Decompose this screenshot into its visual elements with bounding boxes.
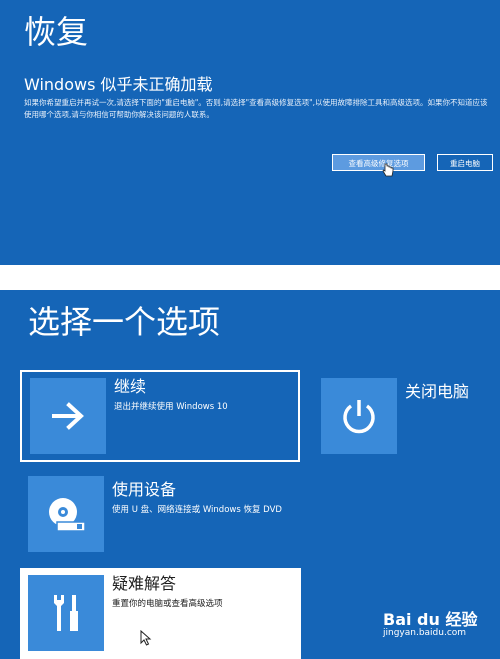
hand-cursor-icon (382, 163, 394, 177)
disc-drive-icon (28, 476, 104, 552)
power-icon (321, 378, 397, 454)
choose-option-screen: 选择一个选项 继续 退出并继续使用 Windows 10 关闭电脑 使用设备 使… (0, 290, 500, 659)
recovery-screen: 恢复 Windows 似乎未正确加载 如果你希望重启并再试一次,请选择下面的"重… (0, 0, 500, 265)
shutdown-option[interactable]: 关闭电脑 (321, 378, 491, 458)
use-device-title: 使用设备 (112, 480, 177, 499)
choose-option-title: 选择一个选项 (28, 303, 221, 341)
shutdown-title: 关闭电脑 (405, 382, 470, 401)
recovery-description: 如果你希望重启并再试一次,请选择下面的"重启电脑"。否则,请选择"查看高级修复选… (24, 98, 488, 119)
use-device-option[interactable]: 使用设备 使用 U 盘、网络连接或 Windows 恢复 DVD (28, 476, 303, 556)
advanced-repair-options-button[interactable]: 查看高级修复选项 (332, 154, 425, 171)
screenshot-divider (0, 265, 500, 290)
arrow-right-icon (30, 378, 106, 454)
use-device-description: 使用 U 盘、网络连接或 Windows 恢复 DVD (112, 505, 282, 515)
troubleshoot-description: 重置你的电脑或查看高级选项 (112, 599, 223, 609)
continue-description: 退出并继续使用 Windows 10 (114, 402, 228, 412)
troubleshoot-title: 疑难解答 (112, 574, 177, 593)
tools-icon (28, 575, 104, 651)
baidu-url: jingyan.baidu.com (383, 628, 467, 638)
baidu-logo: Bai du 经验 (383, 610, 478, 629)
restart-computer-button[interactable]: 重启电脑 (437, 154, 493, 171)
continue-title: 继续 (114, 377, 147, 396)
arrow-cursor-icon (140, 630, 152, 646)
troubleshoot-option[interactable]: 疑难解答 重置你的电脑或查看高级选项 (20, 568, 301, 659)
baidu-watermark: Bai du 经验 jingyan.baidu.com (383, 606, 478, 638)
continue-option[interactable]: 继续 退出并继续使用 Windows 10 (20, 370, 300, 462)
recovery-subtitle: Windows 似乎未正确加载 (24, 75, 213, 94)
recovery-title: 恢复 (24, 13, 89, 51)
